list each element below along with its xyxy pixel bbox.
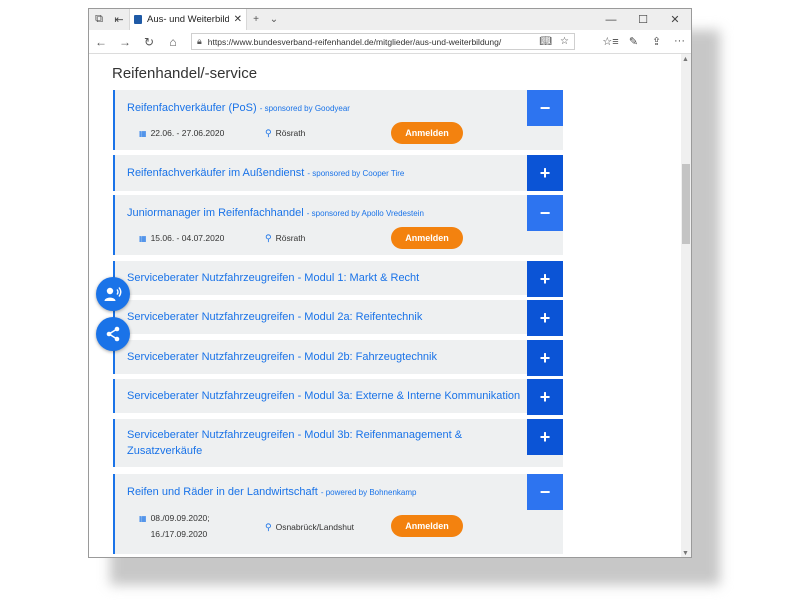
course-location: ⚲ Osnabrück/Landshut <box>265 522 355 532</box>
section-title: Reifenhandel/-service <box>112 65 258 82</box>
vertical-scrollbar[interactable]: ▲ ▼ <box>681 54 691 557</box>
course-item: Reifenfachverkäufer im Außendienst - spo… <box>113 155 563 191</box>
course-item: Reifen und Räder in der Landwirtschaft -… <box>113 474 563 554</box>
page-content: Reifenhandel/-service Reifenfachverkäufe… <box>89 54 681 557</box>
favorites-list-icon[interactable]: ☆≡ <box>599 35 622 48</box>
more-icon[interactable]: ··· <box>668 35 691 48</box>
course-sponsor: - sponsored by Cooper Tire <box>307 169 405 178</box>
lock-icon: 🔒︎ <box>197 36 202 46</box>
location-pin-icon: ⚲ <box>265 233 272 243</box>
forward-icon[interactable]: → <box>113 35 137 49</box>
course-item: Serviceberater Nutzfahrzeugreifen - Modu… <box>113 300 563 336</box>
course-item: Reifenfachverkäufer (PoS) - sponsored by… <box>113 90 563 150</box>
expand-button[interactable]: + <box>527 261 563 297</box>
scroll-down-icon[interactable]: ▼ <box>682 550 689 557</box>
course-item: Serviceberater Nutzfahrzeugreifen - Modu… <box>113 340 563 376</box>
set-tabs-aside-icon[interactable]: ⇤ <box>109 9 129 30</box>
read-aloud-icon <box>104 287 122 301</box>
course-title[interactable]: Serviceberater Nutzfahrzeugreifen - Modu… <box>127 272 419 284</box>
refresh-icon[interactable]: ↻ <box>137 35 161 49</box>
maximize-icon[interactable]: ☐ <box>627 9 659 30</box>
course-title[interactable]: Serviceberater Nutzfahrzeugreifen - Modu… <box>127 351 437 363</box>
address-url[interactable]: https://www.bundesverband-reifenhandel.d… <box>208 37 534 47</box>
course-item: Serviceberater Nutzfahrzeugreifen - Modu… <box>113 419 563 467</box>
browser-window: ⧉ ⇤ Aus- und Weiterbildung ✕ + ⌄ — ☐ ✕ ←… <box>88 8 692 558</box>
course-item: Serviceberater Nutzfahrzeugreifen - Modu… <box>113 379 563 415</box>
register-button[interactable]: Anmelden <box>391 515 463 537</box>
back-icon[interactable]: ← <box>89 35 113 49</box>
tab-menu-chevron-icon[interactable]: ⌄ <box>265 9 283 30</box>
page-favicon-icon <box>134 15 142 24</box>
location-pin-icon: ⚲ <box>265 522 272 532</box>
course-sponsor: - sponsored by Goodyear <box>259 104 350 113</box>
address-bar[interactable]: 🔒︎ https://www.bundesverband-reifenhande… <box>191 33 575 50</box>
course-location: ⚲ Rösrath <box>265 233 306 243</box>
collapse-button[interactable]: − <box>527 474 563 510</box>
calendar-icon: ▦ <box>139 514 147 523</box>
favorite-star-icon[interactable]: ☆ <box>560 36 569 47</box>
course-location: ⚲ Rösrath <box>265 128 306 138</box>
share-button[interactable] <box>96 317 130 351</box>
tab-actions-icon[interactable]: ⧉ <box>89 9 109 30</box>
course-title[interactable]: Serviceberater Nutzfahrzeugreifen - Modu… <box>127 311 422 323</box>
expand-button[interactable]: + <box>527 300 563 336</box>
course-sponsor: - sponsored by Apollo Vredestein <box>306 209 424 218</box>
home-icon[interactable]: ⌂ <box>161 35 185 49</box>
register-button[interactable]: Anmelden <box>391 227 463 249</box>
close-window-icon[interactable]: ✕ <box>659 9 691 30</box>
course-title[interactable]: Serviceberater Nutzfahrzeugreifen - Modu… <box>127 429 462 457</box>
new-tab-icon[interactable]: + <box>247 9 265 30</box>
register-button[interactable]: Anmelden <box>391 122 463 144</box>
scrollbar-thumb[interactable] <box>682 164 690 244</box>
course-item: Juniormanager im Reifenfachhandel - spon… <box>113 195 563 255</box>
calendar-icon: ▦ <box>139 234 147 243</box>
expand-button[interactable]: + <box>527 419 563 455</box>
course-date: ▦ 22.06. - 27.06.2020 <box>139 128 225 138</box>
share-icon[interactable]: ⇪ <box>645 35 668 48</box>
expand-button[interactable]: + <box>527 155 563 191</box>
title-bar: ⧉ ⇤ Aus- und Weiterbildung ✕ + ⌄ — ☐ ✕ <box>89 9 691 30</box>
read-aloud-button[interactable] <box>96 277 130 311</box>
pen-icon[interactable]: ✎ <box>622 35 645 48</box>
browser-tab[interactable]: Aus- und Weiterbildung ✕ <box>129 9 247 30</box>
course-title[interactable]: Reifenfachverkäufer im Außendienst <box>127 167 304 179</box>
course-title[interactable]: Juniormanager im Reifenfachhandel <box>127 207 304 219</box>
minimize-icon[interactable]: — <box>595 9 627 30</box>
tab-title: Aus- und Weiterbildung <box>147 14 229 25</box>
course-item: Serviceberater Nutzfahrzeugreifen - Modu… <box>113 261 563 297</box>
tab-close-icon[interactable]: ✕ <box>234 14 242 25</box>
course-sponsor: - powered by Bohnenkamp <box>320 488 417 497</box>
reading-view-icon[interactable]: 📖︎ <box>539 36 552 47</box>
course-date: ▦ 15.06. - 04.07.2020 <box>139 233 225 243</box>
course-date: ▦ 08./09.09.2020; 16./17.09.2020 <box>139 513 210 539</box>
expand-button[interactable]: + <box>527 340 563 376</box>
course-title[interactable]: Reifenfachverkäufer (PoS) <box>127 102 257 114</box>
calendar-icon: ▦ <box>139 129 147 138</box>
location-pin-icon: ⚲ <box>265 128 272 138</box>
navigation-bar: ← → ↻ ⌂ 🔒︎ https://www.bundesverband-rei… <box>89 30 691 54</box>
share-icon <box>106 326 120 342</box>
course-title[interactable]: Serviceberater Nutzfahrzeugreifen - Modu… <box>127 390 520 402</box>
scroll-up-icon[interactable]: ▲ <box>682 56 689 63</box>
course-title[interactable]: Reifen und Räder in der Landwirtschaft <box>127 486 318 498</box>
collapse-button[interactable]: − <box>527 90 563 126</box>
expand-button[interactable]: + <box>527 379 563 415</box>
collapse-button[interactable]: − <box>527 195 563 231</box>
